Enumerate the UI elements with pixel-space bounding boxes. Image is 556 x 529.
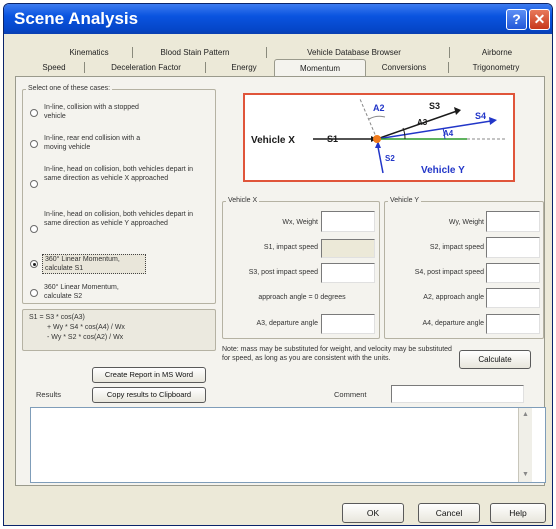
tab-separator xyxy=(266,47,267,58)
scene-analysis-window: Scene Analysis ? ✕ Kinematics Blood Stai… xyxy=(3,3,553,526)
tab-trigonometry[interactable]: Trigonometry xyxy=(454,62,538,74)
a2-approach-angle-input[interactable] xyxy=(486,288,540,308)
tab-separator xyxy=(448,62,449,73)
wx-weight-label: Wx, Weight xyxy=(282,219,318,226)
tab-speed[interactable]: Speed xyxy=(24,62,84,74)
momentum-panel: Select one of these cases: In-line, coll… xyxy=(15,76,546,486)
s3-label: S3 xyxy=(429,101,440,111)
s2-impact-speed-label: S2, impact speed xyxy=(429,244,484,251)
case-radio-2[interactable] xyxy=(30,140,38,148)
tab-momentum[interactable]: Momentum xyxy=(274,59,366,77)
a3-label: A3 xyxy=(417,118,428,127)
case-label-1: In-line, collision with a stopped vehicl… xyxy=(44,104,139,120)
formula-box: S1 = S3 * cos(A3) + Wy * S4 * cos(A4) / … xyxy=(22,309,216,351)
title-bar: Scene Analysis xyxy=(4,4,552,34)
window-title: Scene Analysis xyxy=(14,9,139,28)
s1-impact-speed-output xyxy=(321,239,375,258)
s3-post-impact-speed-input[interactable] xyxy=(321,263,375,283)
approach-angle-x-label: approach angle = 0 degrees xyxy=(258,294,346,301)
formula-line-3: - Wy * S2 * cos(A2) / Wx xyxy=(47,334,124,341)
wx-weight-input[interactable] xyxy=(321,211,375,232)
results-textarea[interactable] xyxy=(30,407,546,483)
s4-arrowhead xyxy=(489,117,497,125)
case-radio-6[interactable] xyxy=(30,289,38,297)
formula-line-1: S1 = S3 * cos(A3) xyxy=(29,314,85,321)
s2-label: S2 xyxy=(385,154,395,163)
comment-input[interactable] xyxy=(391,385,524,403)
collision-diagram-svg: Vehicle X S1 A2 S3 A3 S4 A4 S2 Vehicle Y xyxy=(251,98,505,176)
results-scrollbar[interactable]: ▲ ▼ xyxy=(518,408,532,482)
calculate-button[interactable]: Calculate xyxy=(459,350,531,369)
scroll-down-icon[interactable]: ▼ xyxy=(522,471,529,478)
s1-impact-speed-label: S1, impact speed xyxy=(263,244,318,251)
tab-blood-stain-pattern[interactable]: Blood Stain Pattern xyxy=(139,47,251,59)
impact-point xyxy=(373,135,381,143)
vehicle-y-label: Vehicle Y xyxy=(421,165,465,176)
a3-departure-angle-label: A3, departure angle xyxy=(256,320,319,327)
copy-results-button[interactable]: Copy results to Clipboard xyxy=(92,387,206,403)
a4-departure-angle-input[interactable] xyxy=(486,314,540,334)
tab-separator xyxy=(84,62,85,73)
help-title-button[interactable]: ? xyxy=(506,9,527,30)
case-radio-5[interactable] xyxy=(30,260,38,268)
tab-energy[interactable]: Energy xyxy=(210,62,278,74)
tab-airborne[interactable]: Airborne xyxy=(456,47,538,59)
tab-separator xyxy=(205,62,206,73)
tab-conversions[interactable]: Conversions xyxy=(366,62,442,74)
case-radio-3[interactable] xyxy=(30,180,38,188)
a3-departure-angle-input[interactable] xyxy=(321,314,375,334)
results-label: Results xyxy=(36,390,62,399)
case-radio-1[interactable] xyxy=(30,109,38,117)
vehicle-y-arrow xyxy=(377,146,384,174)
vehicle-y-group-title: Vehicle Y xyxy=(388,197,422,204)
s4-label: S4 xyxy=(475,111,486,121)
units-note: Note: mass may be substituted for weight… xyxy=(222,346,452,362)
s1-label: S1 xyxy=(327,134,338,144)
scroll-up-icon[interactable]: ▲ xyxy=(522,411,529,418)
case-label-6: 360° Linear Momentum, calculate S2 xyxy=(44,284,119,300)
comment-label: Comment xyxy=(334,390,367,399)
s3-post-impact-speed-label: S3, post impact speed xyxy=(248,269,318,276)
help-button[interactable]: Help xyxy=(490,503,546,523)
s4-departure-line xyxy=(376,120,492,140)
ok-button[interactable]: OK xyxy=(342,503,404,523)
s3-arrowhead xyxy=(454,107,461,115)
tab-deceleration-factor[interactable]: Deceleration Factor xyxy=(90,62,202,74)
a4-label: A4 xyxy=(443,129,454,138)
vehicle-x-group-title: Vehicle X xyxy=(226,197,260,204)
a2-arc xyxy=(368,115,386,120)
a2-label: A2 xyxy=(373,103,385,113)
tab-vehicle-database-browser[interactable]: Vehicle Database Browser xyxy=(272,47,436,59)
case-label-4: In-line, head on collision, both vehicle… xyxy=(44,211,194,227)
collision-diagram: Vehicle X S1 A2 S3 A3 S4 A4 S2 Vehicle Y xyxy=(243,93,515,182)
s4-post-impact-speed-input[interactable] xyxy=(486,263,540,283)
wy-weight-input[interactable] xyxy=(486,211,540,232)
wy-weight-label: Wy, Weight xyxy=(448,219,484,226)
case-selection-title: Select one of these cases: xyxy=(26,85,113,92)
a4-departure-angle-label: A4, departure angle xyxy=(422,320,485,327)
case-label-2: In-line, rear end collision with a movin… xyxy=(44,135,141,151)
cancel-button[interactable]: Cancel xyxy=(418,503,480,523)
a2-approach-angle-label: A2, approach angle xyxy=(423,294,484,301)
vehicle-x-label: Vehicle X xyxy=(251,135,295,146)
create-report-button[interactable]: Create Report in MS Word xyxy=(92,367,206,383)
s2-impact-speed-input[interactable] xyxy=(486,237,540,258)
case-label-3: In-line, head on collision, both vehicle… xyxy=(44,166,194,182)
tab-separator xyxy=(449,47,450,58)
tab-separator xyxy=(132,47,133,58)
close-title-button[interactable]: ✕ xyxy=(529,9,550,30)
case-label-5: 360° Linear Momentum, calculate S1 xyxy=(42,254,146,274)
tab-kinematics[interactable]: Kinematics xyxy=(46,47,132,59)
case-radio-4[interactable] xyxy=(30,225,38,233)
s4-post-impact-speed-label: S4, post impact speed xyxy=(414,269,484,276)
formula-line-2: + Wy * S4 * cos(A4) / Wx xyxy=(47,324,125,331)
